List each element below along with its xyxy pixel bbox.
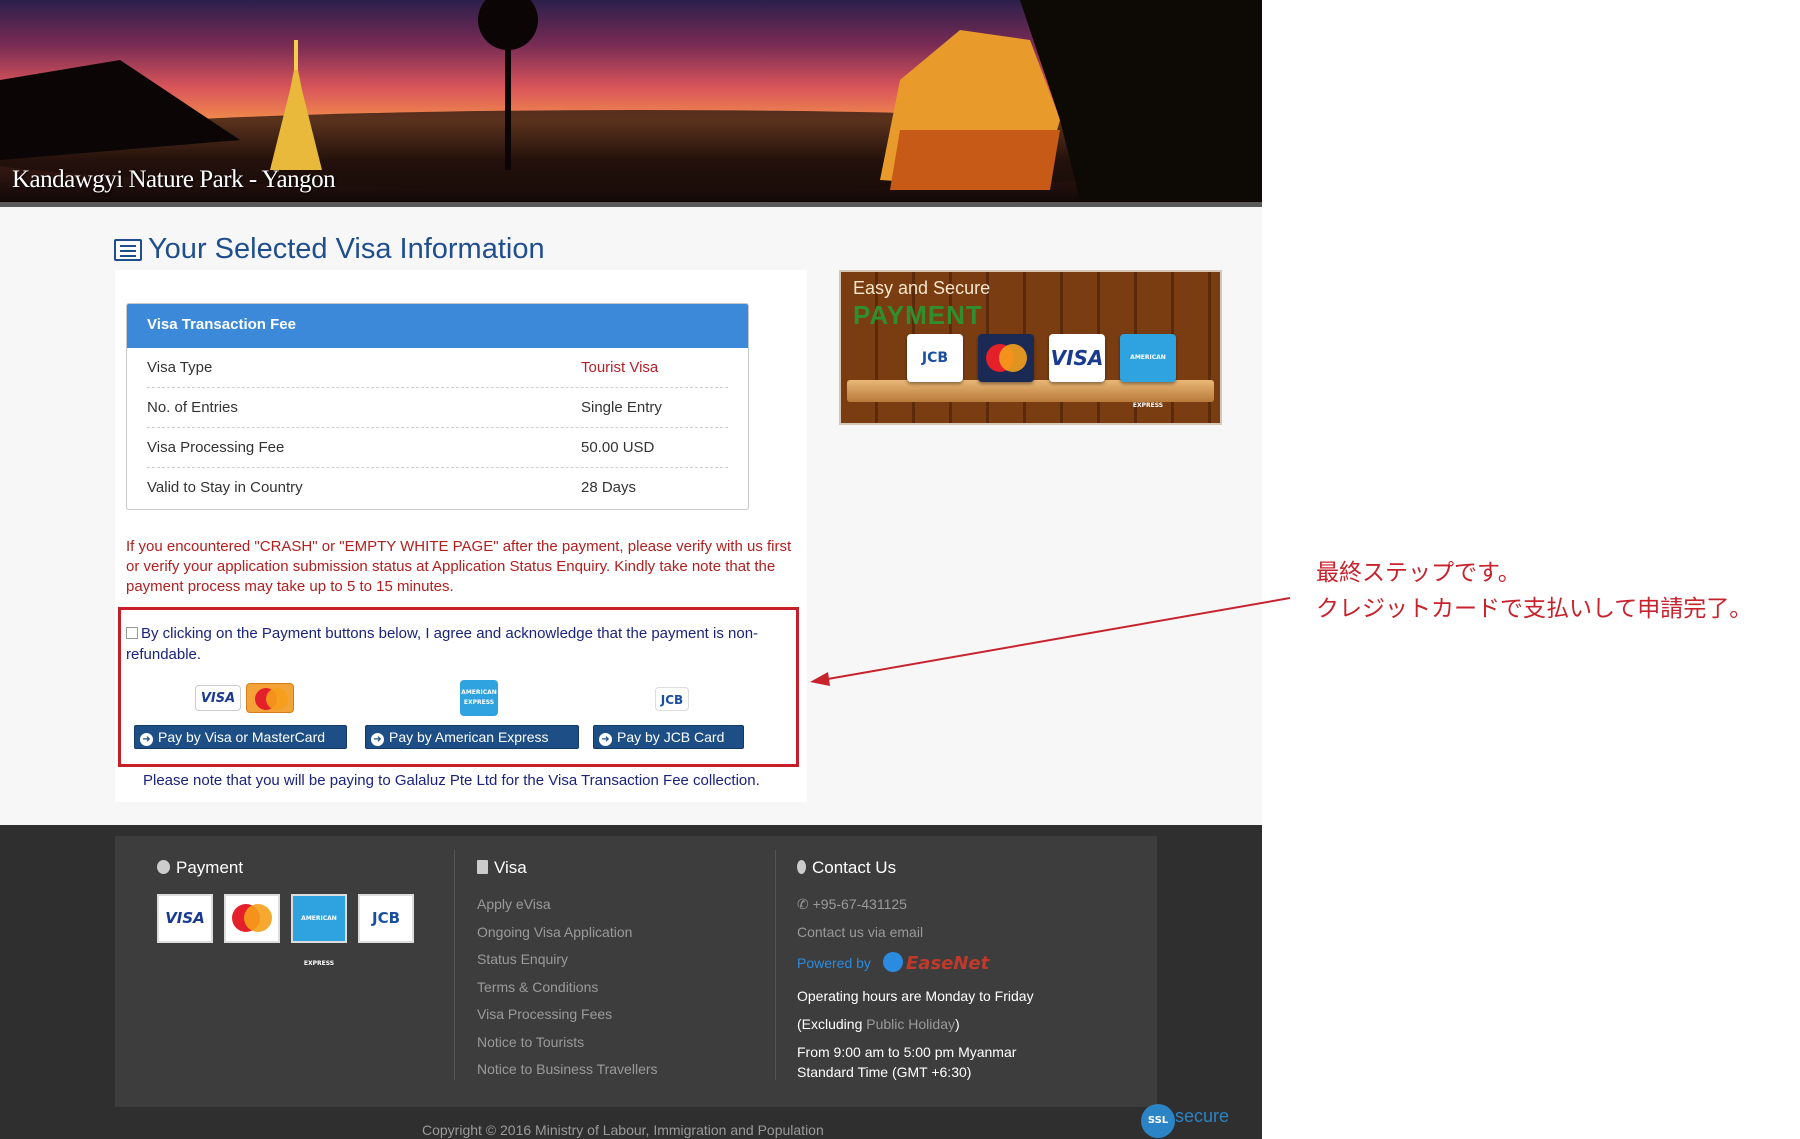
copyright-text: Copyright © 2016 Ministry of Labour, Imm…: [422, 1122, 824, 1138]
footer-link-status-enquiry[interactable]: Status Enquiry: [477, 951, 568, 967]
footer-visa-card: VISA: [157, 894, 213, 943]
pay-visa-mastercard-button[interactable]: ➜ Pay by Visa or MasterCard: [134, 725, 347, 749]
fee-row: Valid to Stay in Country 28 Days: [147, 468, 728, 508]
payment-warning-text: If you encountered "CRASH" or "EMPTY WHI…: [126, 538, 792, 595]
arrow-right-icon: ➜: [140, 733, 153, 746]
operating-hours-line: Operating hours are Monday to Friday: [797, 988, 1034, 1004]
arrow-right-icon: ➜: [371, 733, 384, 746]
info-icon: [157, 860, 170, 874]
agreement-checkbox[interactable]: [126, 627, 138, 639]
list-icon: [114, 238, 142, 261]
hours-exclusion-suffix: ): [954, 1016, 960, 1032]
footer-contact-title: Contact Us: [797, 858, 896, 878]
agreement-row: By clicking on the Payment buttons below…: [126, 623, 796, 665]
footer-phone: ✆ +95-67-431125: [797, 896, 907, 913]
footer-mastercard-card: [224, 894, 280, 943]
powered-by-label: Powered by: [797, 955, 871, 971]
amex-logo: AMERICAN EXPRESS: [460, 680, 498, 716]
fee-row-value: 50.00 USD: [581, 439, 655, 456]
amex-logo-text: AMERICAN EXPRESS: [461, 689, 497, 706]
annotation-note: 最終ステップです。 クレジットカードで支払いして申請完了。: [1316, 555, 1752, 627]
footer-divider: [775, 850, 776, 1080]
phone-icon: ✆: [797, 896, 813, 912]
pay-button-label: Pay by Visa or MasterCard: [158, 729, 326, 745]
ad-jcb-card: JCB: [907, 334, 963, 382]
footer-contact-title-text: Contact Us: [812, 858, 897, 877]
fee-row: No. of Entries Single Entry: [147, 388, 728, 428]
fee-row-value: 28 Days: [581, 479, 637, 496]
ad-mastercard-card: [978, 334, 1034, 382]
visa-logo: VISA: [195, 685, 241, 711]
operating-hours-exclusion: (Excluding Public Holiday): [797, 1014, 960, 1034]
footer-payment-title-text: Payment: [176, 858, 244, 877]
fee-card-header: Visa Transaction Fee: [127, 304, 748, 348]
annotation-line-2: クレジットカードで支払いして申請完了。: [1316, 596, 1753, 622]
fee-row-value: Tourist Visa: [581, 359, 659, 376]
footer-visa-title: Visa: [477, 858, 527, 878]
mastercard-circles-icon: [232, 904, 272, 932]
fee-row: Visa Processing Fee 50.00 USD: [147, 428, 728, 468]
footer-phone-text: +95-67-431125: [812, 896, 907, 912]
operating-hours-time: From 9:00 am to 5:00 pm Myanmar Standard…: [797, 1044, 1017, 1080]
ad-tagline: Easy and Secure: [853, 278, 991, 298]
footer-link-notice-tourists[interactable]: Notice to Tourists: [477, 1034, 584, 1050]
footer-link-processing-fees[interactable]: Visa Processing Fees: [477, 1006, 612, 1022]
document-icon: [477, 860, 488, 874]
ad-heading: PAYMENT: [853, 300, 983, 330]
section-heading: Your Selected Visa Information: [114, 233, 545, 266]
footer-link-ongoing-application[interactable]: Ongoing Visa Application: [477, 924, 632, 940]
pay-jcb-button[interactable]: ➜ Pay by JCB Card: [593, 725, 744, 749]
footer-divider: [454, 850, 455, 1080]
footer-jcb-card: JCB: [358, 894, 414, 943]
easenet-logo-text: EaseNet: [906, 953, 990, 974]
pay-button-label: Pay by JCB Card: [617, 729, 725, 745]
footer-link-apply-evisa[interactable]: Apply eVisa: [477, 896, 551, 912]
agreement-label: By clicking on the Payment buttons below…: [126, 625, 759, 663]
header-banner: Kandawgyi Nature Park - Yangon: [0, 0, 1262, 207]
mastercard-circles-icon: [255, 688, 288, 710]
ad-amex-card: AMERICAN EXPRESS: [1120, 334, 1176, 409]
fee-row-label: Valid to Stay in Country: [147, 479, 303, 496]
payment-note-text: Please note that you will be paying to G…: [143, 772, 760, 789]
arrow-right-icon: ➜: [599, 733, 612, 746]
fee-row-label: No. of Entries: [147, 399, 238, 416]
mastercard-circles-icon: [986, 344, 1027, 372]
page-title: Your Selected Visa Information: [148, 233, 545, 265]
pay-amex-button[interactable]: ➜ Pay by American Express: [365, 725, 579, 749]
footer-payment-title: Payment: [157, 858, 243, 878]
lock-icon: SSL: [1141, 1104, 1175, 1138]
ssl-secure-badge: SSL secure: [1141, 1104, 1251, 1139]
footer-visa-title-text: Visa: [494, 858, 527, 877]
annotation-line-1: 最終ステップです。: [1316, 560, 1521, 586]
ssl-badge-text: secure: [1175, 1106, 1230, 1126]
fee-row-value: Single Entry: [581, 399, 662, 416]
map-pin-icon: [797, 860, 806, 874]
visa-fee-card: Visa Transaction Fee Visa Type Tourist V…: [126, 303, 749, 510]
public-holiday-link[interactable]: Public Holiday: [866, 1016, 955, 1032]
jcb-logo: JCB: [655, 687, 689, 711]
mastercard-logo: [246, 683, 294, 713]
pay-button-label: Pay by American Express: [389, 729, 549, 745]
hours-exclusion-prefix: (Excluding: [797, 1016, 867, 1032]
banner-caption: Kandawgyi Nature Park - Yangon: [12, 166, 336, 193]
easenet-logo[interactable]: EaseNet: [883, 952, 989, 974]
easenet-icon: [883, 952, 903, 972]
footer-contact-email-link[interactable]: Contact us via email: [797, 924, 923, 940]
fee-row-label: Visa Processing Fee: [147, 439, 285, 456]
ad-visa-card: VISA: [1049, 334, 1105, 382]
secure-payment-banner: Easy and Secure PAYMENT JCB VISA AMERICA…: [839, 270, 1222, 425]
footer-link-notice-business[interactable]: Notice to Business Travellers: [477, 1061, 658, 1077]
fee-row: Visa Type Tourist Visa: [147, 348, 728, 388]
footer-amex-card: AMERICAN EXPRESS: [291, 894, 347, 967]
fee-row-label: Visa Type: [147, 359, 213, 376]
footer-link-terms[interactable]: Terms & Conditions: [477, 979, 598, 995]
